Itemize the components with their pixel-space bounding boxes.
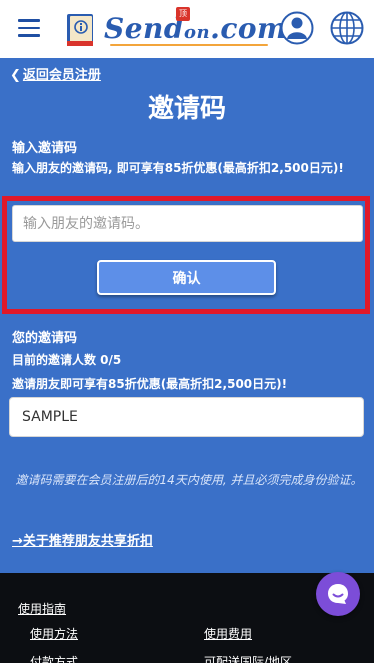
footer-link-fees[interactable]: 使用费用 — [204, 625, 252, 642]
logo-badge: 顶 — [176, 7, 190, 21]
menu-icon[interactable] — [18, 19, 40, 37]
my-invite-code-field[interactable]: SAMPLE — [9, 397, 364, 437]
globe-icon[interactable] — [330, 11, 364, 45]
chat-icon — [328, 584, 348, 604]
invite-count: 目前的邀请人数 0/5 — [12, 353, 122, 367]
chat-button[interactable] — [316, 572, 360, 616]
confirm-button[interactable]: 确认 — [97, 260, 276, 295]
site-header: Sendon.com 顶 — [0, 0, 374, 58]
referral-discount-link[interactable]: →关于推荐朋友共享折扣 — [12, 530, 153, 549]
user-icon[interactable] — [280, 11, 314, 45]
footer-link-payment[interactable]: 付款方式 — [30, 653, 78, 663]
invite-benefit: 邀请朋友即可享有85折优惠(最高折扣2,500日元)! — [12, 377, 288, 391]
enter-code-heading: 输入邀请码 — [12, 141, 78, 156]
invite-code-input[interactable] — [12, 205, 363, 242]
footer-link-how-to-use[interactable]: 使用方法 — [30, 625, 78, 642]
logo-underline — [110, 44, 268, 46]
book-icon — [67, 14, 93, 46]
chevron-left-icon: ❮ — [10, 68, 21, 83]
enter-code-description: 输入朋友的邀请码, 即可享有85折优惠(最高折扣2,500日元)! — [12, 161, 344, 175]
my-code-heading: 您的邀请码 — [12, 331, 78, 346]
usage-note: 邀请码需要在会员注册后的14天内使用, 并且必须完成身份验证。 — [15, 473, 363, 487]
footer-guide-title[interactable]: 使用指南 — [18, 600, 66, 617]
page-title: 邀请码 — [147, 94, 226, 124]
footer-link-countries[interactable]: 可配送国际/地区 — [204, 653, 292, 663]
site-logo[interactable]: Sendon.com — [104, 12, 287, 48]
back-to-register-link[interactable]: ❮ 返回会员注册 — [10, 64, 101, 83]
